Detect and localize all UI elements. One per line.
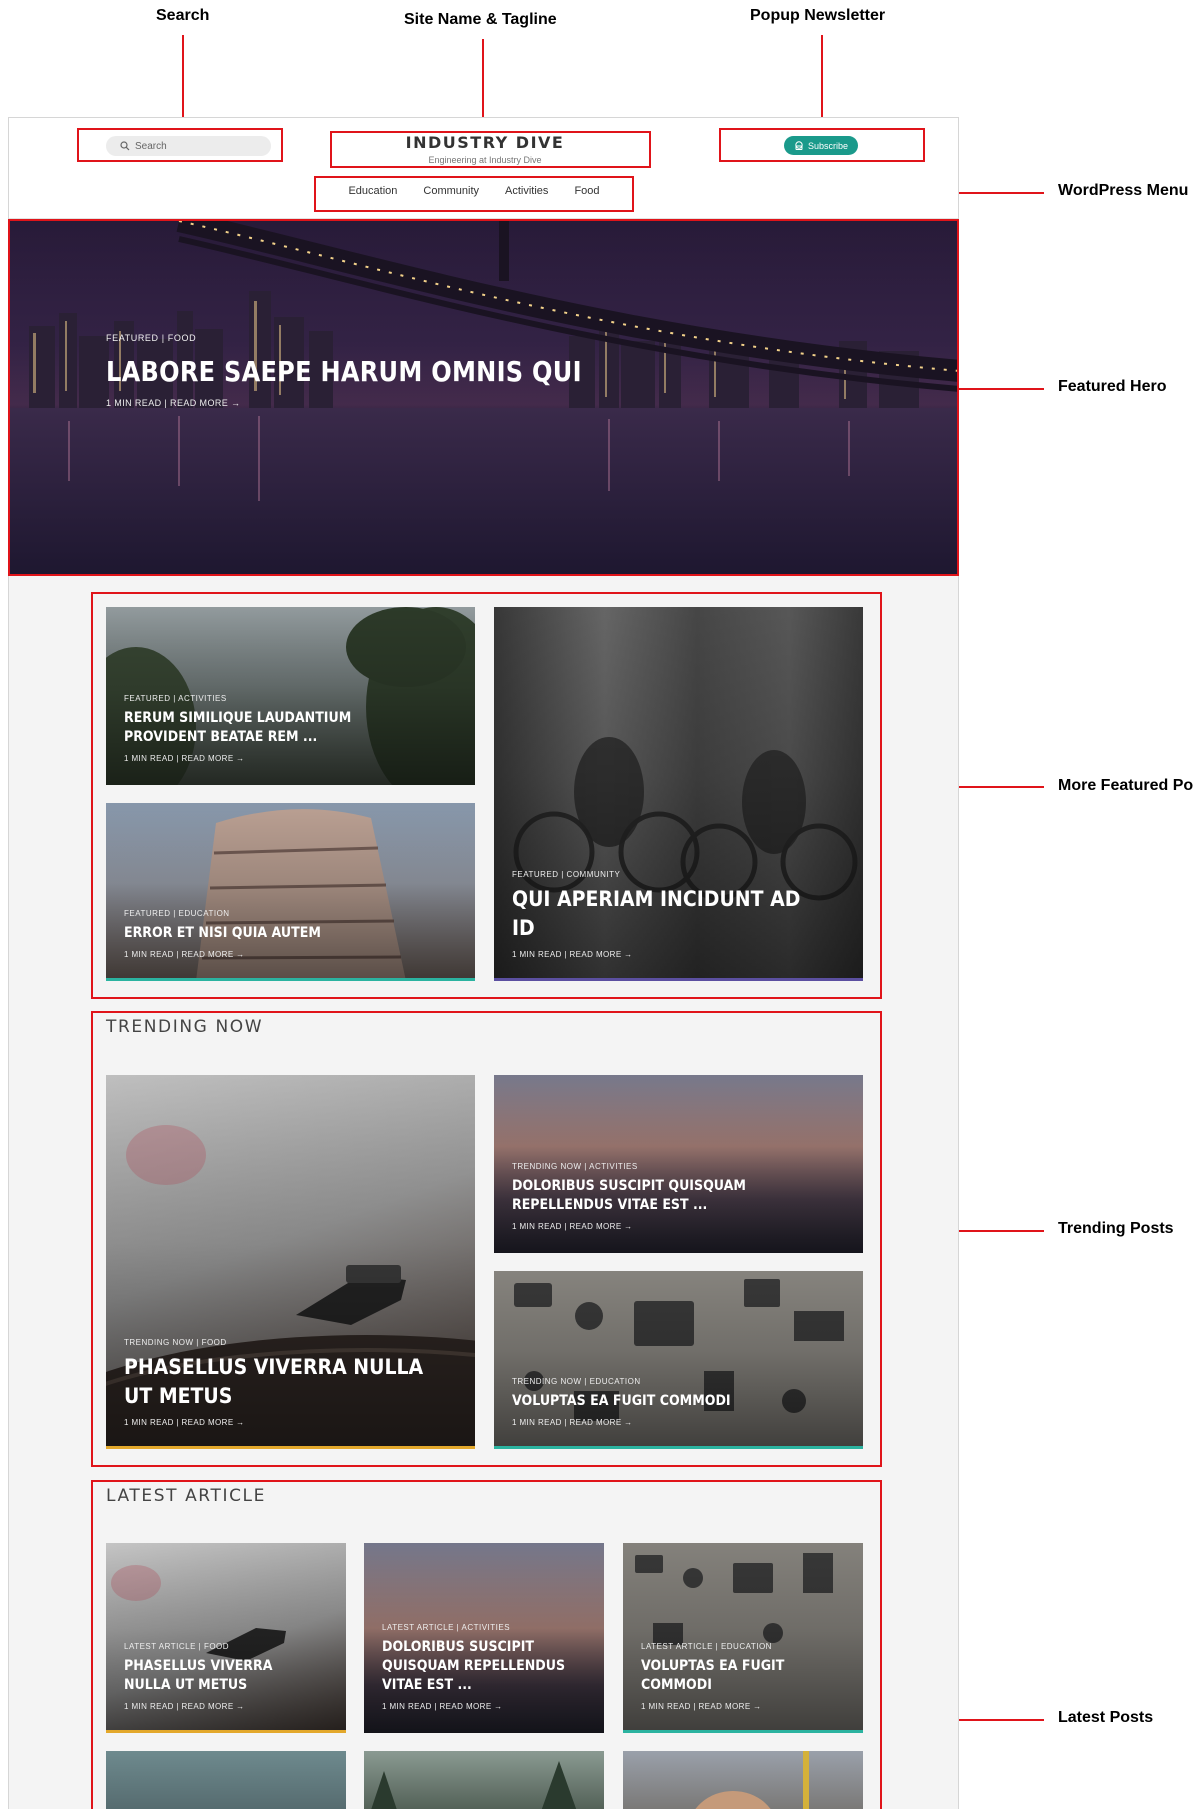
annotation-search: Search	[156, 7, 210, 24]
annotation-wordpress-menu: WordPress Menu	[1058, 182, 1189, 199]
highlight-more-featured	[91, 592, 882, 999]
highlight-menu	[314, 176, 634, 212]
annotation-latest-posts: Latest Posts	[1058, 1709, 1154, 1726]
connector-search	[182, 35, 184, 128]
annotation-featured-hero: Featured Hero	[1058, 378, 1167, 395]
highlight-search	[77, 128, 283, 162]
annotation-trending-posts: Trending Posts	[1058, 1220, 1174, 1237]
highlight-newsletter	[719, 128, 925, 162]
highlight-latest	[91, 1480, 882, 1809]
highlight-hero	[8, 219, 959, 576]
connector-hero	[959, 388, 1044, 390]
annotation-site-name: Site Name & Tagline	[404, 11, 557, 28]
highlight-site-name	[330, 131, 651, 168]
annotation-more-featured: More Featured Po	[1058, 777, 1194, 794]
annotation-popup-newsletter: Popup Newsletter	[750, 7, 886, 24]
connector-newsletter	[821, 35, 823, 128]
highlight-trending	[91, 1011, 882, 1467]
